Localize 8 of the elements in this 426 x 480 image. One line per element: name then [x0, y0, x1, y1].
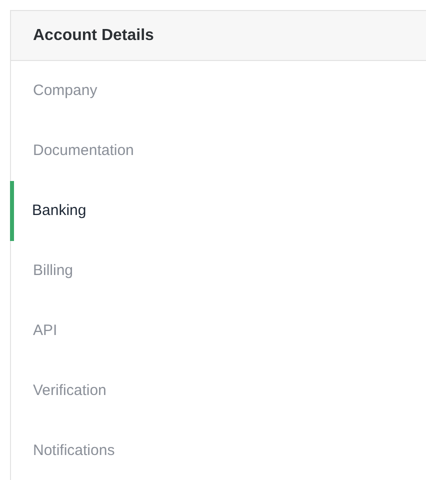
menu-item[interactable]: Notifications [11, 421, 426, 480]
menu-item[interactable]: API [11, 301, 426, 361]
menu-item[interactable]: Banking [10, 181, 426, 241]
menu-item[interactable]: Documentation [11, 121, 426, 181]
panel-title: Account Details [33, 26, 154, 46]
menu-item[interactable]: Verification [11, 361, 426, 421]
menu-item[interactable]: Company [11, 61, 426, 121]
menu-item[interactable]: Billing [11, 241, 426, 301]
